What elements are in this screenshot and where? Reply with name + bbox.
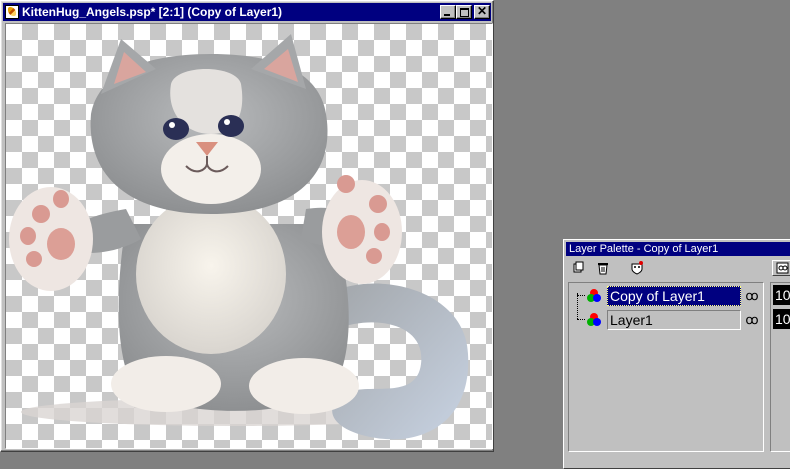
layer-palette: Layer Palette - Copy of Layer1 Copy of L… bbox=[563, 239, 790, 469]
minimize-icon bbox=[444, 14, 450, 16]
image-canvas[interactable] bbox=[5, 23, 493, 449]
layer-opacity-value[interactable]: 100 bbox=[773, 309, 790, 329]
document-titlebar[interactable]: KittenHug_Angels.psp* [2:1] (Copy of Lay… bbox=[3, 3, 491, 21]
maximize-button[interactable] bbox=[456, 5, 472, 19]
new-layer-icon[interactable] bbox=[572, 261, 586, 275]
layer-row-layer1[interactable]: Layer1 ꝏ bbox=[585, 309, 765, 331]
maximize-icon bbox=[460, 8, 469, 17]
app-icon[interactable] bbox=[5, 5, 19, 19]
document-title: KittenHug_Angels.psp* [2:1] (Copy of Lay… bbox=[22, 5, 283, 19]
layer-opacity-column: 100 100 bbox=[770, 282, 790, 452]
layer-palette-title[interactable]: Layer Palette - Copy of Layer1 bbox=[566, 242, 790, 256]
tree-connector bbox=[577, 293, 578, 319]
tree-connector bbox=[577, 319, 585, 320]
close-icon: ✕ bbox=[476, 4, 488, 18]
close-button[interactable]: ✕ bbox=[474, 4, 490, 19]
layer-palette-toolbar bbox=[572, 260, 654, 276]
raster-layer-icon bbox=[585, 287, 603, 305]
layer-row-copy-of-layer1[interactable]: Copy of Layer1 ꝏ bbox=[585, 285, 765, 307]
delete-layer-icon[interactable] bbox=[596, 261, 610, 275]
layer-name[interactable]: Copy of Layer1 bbox=[607, 286, 741, 306]
tree-connector bbox=[577, 295, 585, 296]
document-window: KittenHug_Angels.psp* [2:1] (Copy of Lay… bbox=[0, 0, 494, 452]
kitten-illustration bbox=[9, 34, 469, 440]
glasses-icon[interactable]: ꝏ bbox=[741, 310, 763, 330]
window-controls: ✕ bbox=[440, 4, 490, 19]
glasses-icon[interactable]: ꝏ bbox=[741, 286, 763, 306]
minimize-button[interactable] bbox=[440, 5, 456, 19]
layer-name[interactable]: Layer1 bbox=[607, 310, 741, 330]
layer-visibility-toggle-icon bbox=[776, 262, 789, 274]
raster-layer-icon bbox=[585, 311, 603, 329]
layer-opacity-value[interactable]: 100 bbox=[773, 285, 790, 305]
layer-list: Copy of Layer1 ꝏ Layer1 ꝏ bbox=[568, 282, 764, 452]
mask-layer-icon[interactable] bbox=[630, 261, 644, 275]
palette-tab-button[interactable] bbox=[772, 260, 790, 276]
